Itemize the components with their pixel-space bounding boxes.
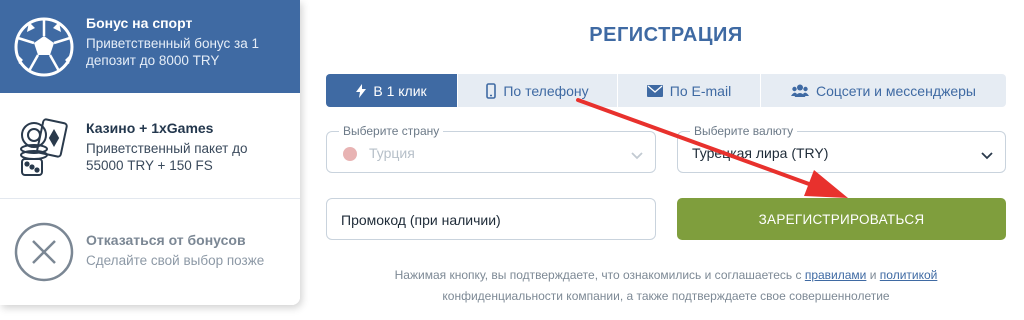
bonus-decline-option[interactable]: Отказаться от бонусов Сделайте свой выбо…: [0, 199, 300, 305]
envelope-icon: [646, 84, 663, 97]
disclaimer-and: и: [869, 268, 877, 282]
chevron-down-icon: [981, 147, 993, 165]
tab-one-click[interactable]: В 1 клик: [326, 74, 458, 107]
bonus-decline-title: Отказаться от бонусов: [86, 232, 246, 248]
promo-code-input[interactable]: Промокод (при наличии): [326, 198, 656, 240]
bonus-decline-desc: Сделайте свой выбор позже: [86, 253, 265, 268]
turkey-flag-icon: [343, 147, 357, 161]
users-icon: [790, 84, 809, 97]
tab-social-label: Соцсети и мессенджеры: [815, 82, 976, 99]
soccer-ball-icon: [12, 15, 76, 79]
close-circle-icon: [12, 220, 76, 284]
bonus-sport-option[interactable]: Бонус на спорт Приветственный бонус за 1…: [0, 0, 300, 93]
bonus-sport-title: Бонус на спорт: [86, 15, 193, 31]
lightning-icon: [356, 83, 367, 98]
tab-phone-label: По телефону: [503, 82, 589, 99]
currency-select-label: Выберите валюту: [690, 124, 798, 138]
phone-icon: [486, 82, 497, 99]
registration-tabs: В 1 клик По телефону По E-mail Соцсети и…: [326, 74, 1006, 107]
bonus-casino-option[interactable]: Казино + 1xGames Приветственный пакет до…: [0, 93, 300, 199]
registration-title: РЕГИСТРАЦИЯ: [589, 24, 743, 46]
disclaimer-before: Нажимая кнопку, вы подтверждаете, что оз…: [394, 268, 802, 282]
country-select[interactable]: Выберите страну Турция: [326, 124, 656, 173]
currency-select[interactable]: Выберите валюту Турецкая лира (TRY): [677, 124, 1006, 173]
disclaimer-after: конфиденциальности компании, а также под…: [442, 289, 890, 303]
bonus-casino-desc: Приветственный пакет до 55000 TRY + 150 …: [86, 141, 248, 173]
bonus-sport-desc: Приветственный бонус за 1 депозит до 800…: [86, 36, 259, 68]
disclaimer-text: Нажимая кнопку, вы подтверждаете, что оз…: [326, 265, 1006, 307]
policy-link[interactable]: политикой: [880, 268, 938, 282]
country-select-value: Турция: [369, 145, 415, 161]
bonus-panel: Бонус на спорт Приветственный бонус за 1…: [0, 0, 300, 305]
bonus-casino-title: Казино + 1xGames: [86, 120, 214, 136]
register-button[interactable]: ЗАРЕГИСТРИРОВАТЬСЯ: [677, 198, 1006, 240]
currency-select-value: Турецкая лира (TRY): [692, 145, 829, 161]
rules-link[interactable]: правилами: [805, 268, 867, 282]
tab-email-label: По E-mail: [669, 82, 732, 99]
tab-one-click-label: В 1 клик: [373, 82, 427, 99]
tab-email[interactable]: По E-mail: [618, 74, 761, 107]
tab-social[interactable]: Соцсети и мессенджеры: [761, 74, 1006, 107]
country-select-label: Выберите страну: [339, 124, 444, 138]
promo-code-placeholder: Промокод (при наличии): [341, 212, 501, 228]
chevron-down-icon: [631, 147, 643, 165]
casino-chips-cards-icon: [12, 114, 76, 178]
tab-phone[interactable]: По телефону: [458, 74, 618, 107]
